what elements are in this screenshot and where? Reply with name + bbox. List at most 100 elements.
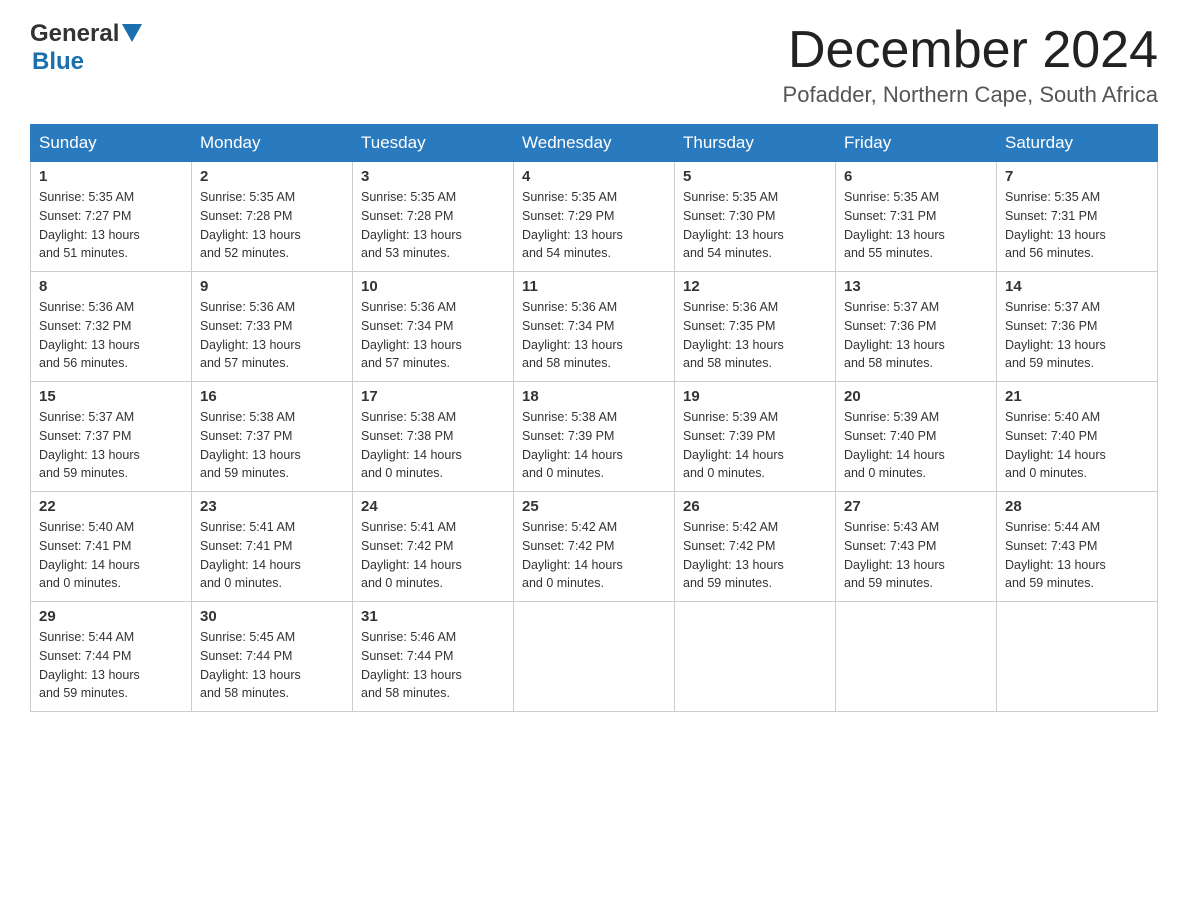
day-number: 14 — [1005, 278, 1149, 295]
col-tuesday: Tuesday — [353, 125, 514, 162]
col-sunday: Sunday — [31, 125, 192, 162]
table-row: 15 Sunrise: 5:37 AMSunset: 7:37 PMDaylig… — [31, 382, 192, 492]
day-number: 2 — [200, 168, 344, 185]
day-info: Sunrise: 5:38 AMSunset: 7:38 PMDaylight:… — [361, 408, 505, 483]
day-info: Sunrise: 5:36 AMSunset: 7:33 PMDaylight:… — [200, 298, 344, 373]
day-number: 13 — [844, 278, 988, 295]
day-info: Sunrise: 5:40 AMSunset: 7:40 PMDaylight:… — [1005, 408, 1149, 483]
table-row: 21 Sunrise: 5:40 AMSunset: 7:40 PMDaylig… — [997, 382, 1158, 492]
table-row: 18 Sunrise: 5:38 AMSunset: 7:39 PMDaylig… — [514, 382, 675, 492]
day-info: Sunrise: 5:45 AMSunset: 7:44 PMDaylight:… — [200, 628, 344, 703]
day-info: Sunrise: 5:39 AMSunset: 7:39 PMDaylight:… — [683, 408, 827, 483]
day-number: 11 — [522, 278, 666, 295]
day-number: 9 — [200, 278, 344, 295]
day-number: 18 — [522, 388, 666, 405]
calendar-header-row: Sunday Monday Tuesday Wednesday Thursday… — [31, 125, 1158, 162]
day-info: Sunrise: 5:35 AMSunset: 7:31 PMDaylight:… — [844, 188, 988, 263]
day-info: Sunrise: 5:38 AMSunset: 7:39 PMDaylight:… — [522, 408, 666, 483]
day-number: 5 — [683, 168, 827, 185]
day-number: 4 — [522, 168, 666, 185]
day-info: Sunrise: 5:39 AMSunset: 7:40 PMDaylight:… — [844, 408, 988, 483]
table-row: 19 Sunrise: 5:39 AMSunset: 7:39 PMDaylig… — [675, 382, 836, 492]
title-section: December 2024 Pofadder, Northern Cape, S… — [783, 20, 1158, 108]
day-number: 3 — [361, 168, 505, 185]
day-number: 24 — [361, 498, 505, 515]
day-info: Sunrise: 5:37 AMSunset: 7:37 PMDaylight:… — [39, 408, 183, 483]
table-row: 14 Sunrise: 5:37 AMSunset: 7:36 PMDaylig… — [997, 272, 1158, 382]
day-number: 1 — [39, 168, 183, 185]
table-row: 4 Sunrise: 5:35 AMSunset: 7:29 PMDayligh… — [514, 162, 675, 272]
day-number: 25 — [522, 498, 666, 515]
day-info: Sunrise: 5:35 AMSunset: 7:28 PMDaylight:… — [361, 188, 505, 263]
logo-arrow-icon — [122, 24, 142, 44]
col-monday: Monday — [192, 125, 353, 162]
table-row: 13 Sunrise: 5:37 AMSunset: 7:36 PMDaylig… — [836, 272, 997, 382]
calendar-table: Sunday Monday Tuesday Wednesday Thursday… — [30, 124, 1158, 712]
table-row: 8 Sunrise: 5:36 AMSunset: 7:32 PMDayligh… — [31, 272, 192, 382]
day-number: 28 — [1005, 498, 1149, 515]
col-thursday: Thursday — [675, 125, 836, 162]
day-number: 21 — [1005, 388, 1149, 405]
col-saturday: Saturday — [997, 125, 1158, 162]
day-number: 20 — [844, 388, 988, 405]
day-number: 30 — [200, 608, 344, 625]
table-row: 22 Sunrise: 5:40 AMSunset: 7:41 PMDaylig… — [31, 492, 192, 602]
calendar-week-row: 8 Sunrise: 5:36 AMSunset: 7:32 PMDayligh… — [31, 272, 1158, 382]
table-row: 30 Sunrise: 5:45 AMSunset: 7:44 PMDaylig… — [192, 602, 353, 712]
day-info: Sunrise: 5:36 AMSunset: 7:32 PMDaylight:… — [39, 298, 183, 373]
logo-text-general: General — [30, 20, 119, 48]
table-row: 24 Sunrise: 5:41 AMSunset: 7:42 PMDaylig… — [353, 492, 514, 602]
day-info: Sunrise: 5:41 AMSunset: 7:42 PMDaylight:… — [361, 518, 505, 593]
day-number: 6 — [844, 168, 988, 185]
day-info: Sunrise: 5:40 AMSunset: 7:41 PMDaylight:… — [39, 518, 183, 593]
day-number: 31 — [361, 608, 505, 625]
table-row: 16 Sunrise: 5:38 AMSunset: 7:37 PMDaylig… — [192, 382, 353, 492]
day-number: 16 — [200, 388, 344, 405]
month-title: December 2024 — [783, 20, 1158, 80]
day-number: 23 — [200, 498, 344, 515]
location-title: Pofadder, Northern Cape, South Africa — [783, 82, 1158, 108]
day-number: 26 — [683, 498, 827, 515]
day-number: 29 — [39, 608, 183, 625]
table-row: 17 Sunrise: 5:38 AMSunset: 7:38 PMDaylig… — [353, 382, 514, 492]
table-row — [675, 602, 836, 712]
table-row: 29 Sunrise: 5:44 AMSunset: 7:44 PMDaylig… — [31, 602, 192, 712]
day-number: 12 — [683, 278, 827, 295]
day-info: Sunrise: 5:43 AMSunset: 7:43 PMDaylight:… — [844, 518, 988, 593]
day-info: Sunrise: 5:35 AMSunset: 7:31 PMDaylight:… — [1005, 188, 1149, 263]
table-row: 11 Sunrise: 5:36 AMSunset: 7:34 PMDaylig… — [514, 272, 675, 382]
day-info: Sunrise: 5:35 AMSunset: 7:29 PMDaylight:… — [522, 188, 666, 263]
day-info: Sunrise: 5:44 AMSunset: 7:43 PMDaylight:… — [1005, 518, 1149, 593]
day-info: Sunrise: 5:38 AMSunset: 7:37 PMDaylight:… — [200, 408, 344, 483]
table-row: 20 Sunrise: 5:39 AMSunset: 7:40 PMDaylig… — [836, 382, 997, 492]
table-row: 26 Sunrise: 5:42 AMSunset: 7:42 PMDaylig… — [675, 492, 836, 602]
day-info: Sunrise: 5:36 AMSunset: 7:34 PMDaylight:… — [522, 298, 666, 373]
table-row: 1 Sunrise: 5:35 AMSunset: 7:27 PMDayligh… — [31, 162, 192, 272]
day-info: Sunrise: 5:42 AMSunset: 7:42 PMDaylight:… — [522, 518, 666, 593]
calendar-week-row: 1 Sunrise: 5:35 AMSunset: 7:27 PMDayligh… — [31, 162, 1158, 272]
day-number: 7 — [1005, 168, 1149, 185]
calendar-week-row: 29 Sunrise: 5:44 AMSunset: 7:44 PMDaylig… — [31, 602, 1158, 712]
logo: General Blue — [30, 20, 142, 76]
day-info: Sunrise: 5:36 AMSunset: 7:35 PMDaylight:… — [683, 298, 827, 373]
table-row: 23 Sunrise: 5:41 AMSunset: 7:41 PMDaylig… — [192, 492, 353, 602]
logo-text-blue: Blue — [32, 48, 84, 76]
day-info: Sunrise: 5:35 AMSunset: 7:27 PMDaylight:… — [39, 188, 183, 263]
day-info: Sunrise: 5:44 AMSunset: 7:44 PMDaylight:… — [39, 628, 183, 703]
table-row — [997, 602, 1158, 712]
table-row: 9 Sunrise: 5:36 AMSunset: 7:33 PMDayligh… — [192, 272, 353, 382]
day-info: Sunrise: 5:46 AMSunset: 7:44 PMDaylight:… — [361, 628, 505, 703]
day-info: Sunrise: 5:41 AMSunset: 7:41 PMDaylight:… — [200, 518, 344, 593]
table-row: 5 Sunrise: 5:35 AMSunset: 7:30 PMDayligh… — [675, 162, 836, 272]
table-row: 2 Sunrise: 5:35 AMSunset: 7:28 PMDayligh… — [192, 162, 353, 272]
calendar-week-row: 15 Sunrise: 5:37 AMSunset: 7:37 PMDaylig… — [31, 382, 1158, 492]
day-number: 10 — [361, 278, 505, 295]
page-header: General Blue December 2024 Pofadder, Nor… — [30, 20, 1158, 108]
table-row — [514, 602, 675, 712]
day-info: Sunrise: 5:35 AMSunset: 7:28 PMDaylight:… — [200, 188, 344, 263]
table-row: 7 Sunrise: 5:35 AMSunset: 7:31 PMDayligh… — [997, 162, 1158, 272]
table-row: 10 Sunrise: 5:36 AMSunset: 7:34 PMDaylig… — [353, 272, 514, 382]
table-row: 12 Sunrise: 5:36 AMSunset: 7:35 PMDaylig… — [675, 272, 836, 382]
day-number: 15 — [39, 388, 183, 405]
day-info: Sunrise: 5:36 AMSunset: 7:34 PMDaylight:… — [361, 298, 505, 373]
